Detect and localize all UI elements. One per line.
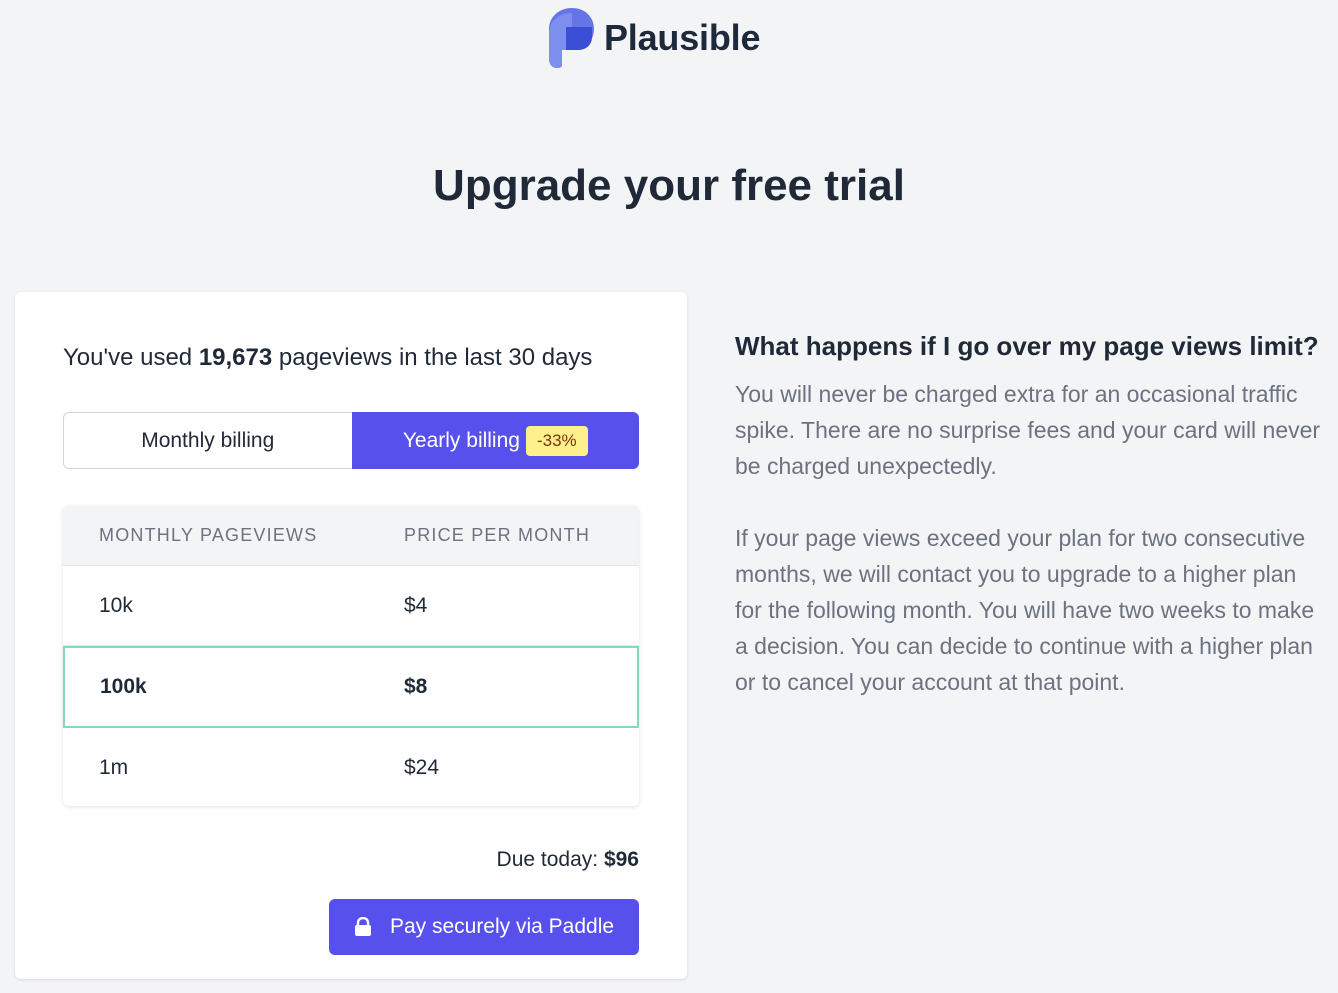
- plan-price: $24: [404, 756, 440, 779]
- plausible-logo[interactable]: Plausible: [548, 7, 760, 69]
- plans-table-header: MONTHLY PAGEVIEWS PRICE PER MONTH: [63, 506, 639, 566]
- upgrade-card: You've used 19,673 pageviews in the last…: [15, 292, 687, 979]
- billing-toggle: Monthly billing Yearly billing -33%: [63, 412, 639, 469]
- monthly-billing-button[interactable]: Monthly billing: [63, 412, 352, 469]
- due-today: Due today: $96: [497, 848, 639, 872]
- usage-prefix: You've used: [63, 344, 199, 371]
- yearly-billing-label: Yearly billing: [402, 428, 520, 452]
- faq-answer-2: If your page views exceed your plan for …: [735, 525, 1315, 695]
- faq-question: What happens if I go over my page views …: [735, 331, 1319, 361]
- plan-pageviews: 1m: [99, 756, 129, 779]
- monthly-billing-label: Monthly billing: [141, 428, 275, 452]
- plausible-logo-icon: [549, 8, 594, 68]
- plan-price: $8: [404, 675, 428, 698]
- plans-table: MONTHLY PAGEVIEWS PRICE PER MONTH 10k $4…: [63, 506, 639, 806]
- yearly-billing-button[interactable]: Yearly billing -33%: [351, 412, 639, 469]
- pay-button-label: Pay securely via Paddle: [389, 915, 615, 938]
- pay-via-paddle-button[interactable]: Pay securely via Paddle: [329, 899, 639, 955]
- upgrade-page: Plausible Upgrade your free trial You've…: [0, 0, 1338, 993]
- plan-pageviews: 100k: [100, 675, 147, 698]
- usage-pageviews-count: 19,673: [198, 344, 273, 371]
- usage-suffix: pageviews in the last 30 days: [272, 344, 593, 371]
- faq-answer-1: You will never be charged extra for an o…: [735, 381, 1321, 479]
- brand-name: Plausible: [604, 17, 761, 58]
- due-label: Due today:: [496, 848, 604, 871]
- page-title: Upgrade your free trial: [433, 161, 905, 210]
- plan-row-10k[interactable]: 10k $4: [63, 566, 639, 646]
- due-amount: $96: [603, 848, 639, 871]
- plan-row-100k[interactable]: 100k $8: [63, 646, 639, 728]
- plan-price: $4: [404, 593, 428, 617]
- usage-summary: You've used 19,673 pageviews in the last…: [63, 344, 592, 372]
- header-monthly-pageviews: MONTHLY PAGEVIEWS: [99, 525, 318, 545]
- lock-icon: [354, 917, 371, 936]
- plan-pageviews: 10k: [99, 593, 133, 617]
- discount-badge: -33%: [525, 425, 588, 456]
- plan-row-1m[interactable]: 1m $24: [63, 728, 639, 806]
- header-price-per-month: PRICE PER MONTH: [404, 525, 591, 545]
